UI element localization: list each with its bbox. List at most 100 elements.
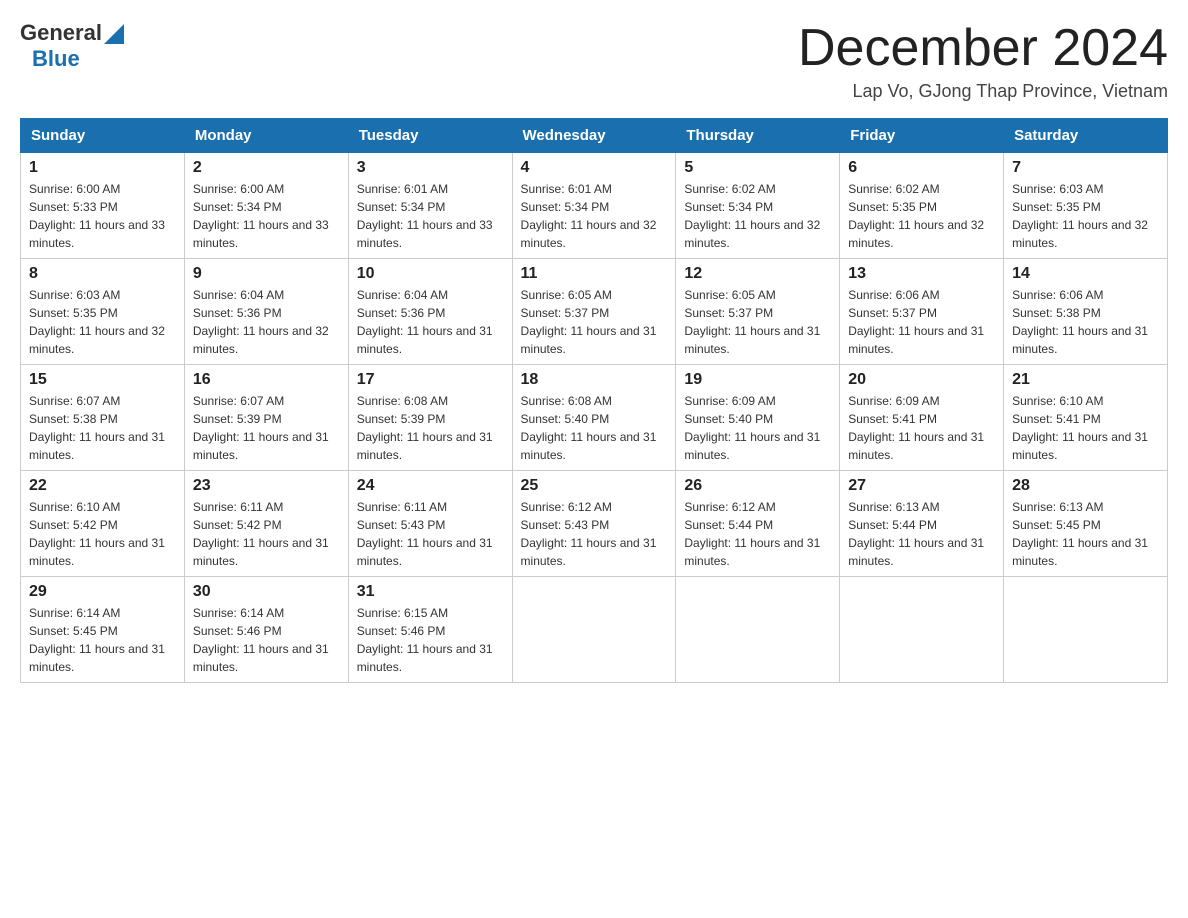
- day-info: Sunrise: 6:10 AM Sunset: 5:41 PM Dayligh…: [1012, 392, 1159, 464]
- header-wednesday: Wednesday: [512, 119, 676, 153]
- day-number: 17: [357, 371, 504, 389]
- calendar-cell: 4 Sunrise: 6:01 AM Sunset: 5:34 PM Dayli…: [512, 153, 676, 259]
- calendar-cell: 8 Sunrise: 6:03 AM Sunset: 5:35 PM Dayli…: [21, 259, 185, 365]
- day-number: 25: [521, 477, 668, 495]
- calendar-cell: 2 Sunrise: 6:00 AM Sunset: 5:34 PM Dayli…: [184, 153, 348, 259]
- calendar-cell: 5 Sunrise: 6:02 AM Sunset: 5:34 PM Dayli…: [676, 153, 840, 259]
- month-title: December 2024: [798, 20, 1168, 77]
- day-number: 21: [1012, 371, 1159, 389]
- header-thursday: Thursday: [676, 119, 840, 153]
- day-info: Sunrise: 6:12 AM Sunset: 5:44 PM Dayligh…: [684, 498, 831, 570]
- day-info: Sunrise: 6:14 AM Sunset: 5:46 PM Dayligh…: [193, 604, 340, 676]
- day-number: 15: [29, 371, 176, 389]
- calendar-cell: [1004, 577, 1168, 683]
- header-friday: Friday: [840, 119, 1004, 153]
- day-info: Sunrise: 6:07 AM Sunset: 5:38 PM Dayligh…: [29, 392, 176, 464]
- day-info: Sunrise: 6:01 AM Sunset: 5:34 PM Dayligh…: [521, 180, 668, 252]
- location-subtitle: Lap Vo, GJong Thap Province, Vietnam: [798, 81, 1168, 102]
- day-info: Sunrise: 6:05 AM Sunset: 5:37 PM Dayligh…: [684, 286, 831, 358]
- calendar-cell: 23 Sunrise: 6:11 AM Sunset: 5:42 PM Dayl…: [184, 471, 348, 577]
- header-sunday: Sunday: [21, 119, 185, 153]
- day-info: Sunrise: 6:09 AM Sunset: 5:41 PM Dayligh…: [848, 392, 995, 464]
- calendar-cell: 24 Sunrise: 6:11 AM Sunset: 5:43 PM Dayl…: [348, 471, 512, 577]
- logo: General Blue: [20, 20, 124, 72]
- calendar-cell: 20 Sunrise: 6:09 AM Sunset: 5:41 PM Dayl…: [840, 365, 1004, 471]
- day-number: 16: [193, 371, 340, 389]
- day-number: 31: [357, 583, 504, 601]
- page-header: General Blue December 2024 Lap Vo, GJong…: [20, 20, 1168, 102]
- calendar-cell: 19 Sunrise: 6:09 AM Sunset: 5:40 PM Dayl…: [676, 365, 840, 471]
- calendar-header-row: SundayMondayTuesdayWednesdayThursdayFrid…: [21, 119, 1168, 153]
- calendar-cell: 28 Sunrise: 6:13 AM Sunset: 5:45 PM Dayl…: [1004, 471, 1168, 577]
- header-right: December 2024 Lap Vo, GJong Thap Provinc…: [798, 20, 1168, 102]
- day-number: 11: [521, 265, 668, 283]
- week-row-1: 1 Sunrise: 6:00 AM Sunset: 5:33 PM Dayli…: [21, 153, 1168, 259]
- day-info: Sunrise: 6:10 AM Sunset: 5:42 PM Dayligh…: [29, 498, 176, 570]
- calendar-cell: 22 Sunrise: 6:10 AM Sunset: 5:42 PM Dayl…: [21, 471, 185, 577]
- calendar-cell: 11 Sunrise: 6:05 AM Sunset: 5:37 PM Dayl…: [512, 259, 676, 365]
- day-number: 13: [848, 265, 995, 283]
- day-number: 1: [29, 159, 176, 177]
- day-number: 30: [193, 583, 340, 601]
- day-info: Sunrise: 6:06 AM Sunset: 5:38 PM Dayligh…: [1012, 286, 1159, 358]
- day-number: 6: [848, 159, 995, 177]
- day-info: Sunrise: 6:00 AM Sunset: 5:34 PM Dayligh…: [193, 180, 340, 252]
- day-number: 22: [29, 477, 176, 495]
- day-info: Sunrise: 6:09 AM Sunset: 5:40 PM Dayligh…: [684, 392, 831, 464]
- day-number: 3: [357, 159, 504, 177]
- day-number: 24: [357, 477, 504, 495]
- header-tuesday: Tuesday: [348, 119, 512, 153]
- calendar-cell: 16 Sunrise: 6:07 AM Sunset: 5:39 PM Dayl…: [184, 365, 348, 471]
- day-info: Sunrise: 6:01 AM Sunset: 5:34 PM Dayligh…: [357, 180, 504, 252]
- calendar-cell: 10 Sunrise: 6:04 AM Sunset: 5:36 PM Dayl…: [348, 259, 512, 365]
- day-number: 29: [29, 583, 176, 601]
- calendar-cell: 13 Sunrise: 6:06 AM Sunset: 5:37 PM Dayl…: [840, 259, 1004, 365]
- calendar-cell: 21 Sunrise: 6:10 AM Sunset: 5:41 PM Dayl…: [1004, 365, 1168, 471]
- calendar-cell: 9 Sunrise: 6:04 AM Sunset: 5:36 PM Dayli…: [184, 259, 348, 365]
- day-number: 19: [684, 371, 831, 389]
- day-number: 8: [29, 265, 176, 283]
- calendar-cell: 1 Sunrise: 6:00 AM Sunset: 5:33 PM Dayli…: [21, 153, 185, 259]
- day-info: Sunrise: 6:03 AM Sunset: 5:35 PM Dayligh…: [1012, 180, 1159, 252]
- week-row-4: 22 Sunrise: 6:10 AM Sunset: 5:42 PM Dayl…: [21, 471, 1168, 577]
- calendar-cell: 17 Sunrise: 6:08 AM Sunset: 5:39 PM Dayl…: [348, 365, 512, 471]
- calendar-cell: 14 Sunrise: 6:06 AM Sunset: 5:38 PM Dayl…: [1004, 259, 1168, 365]
- calendar-cell: 3 Sunrise: 6:01 AM Sunset: 5:34 PM Dayli…: [348, 153, 512, 259]
- calendar-table: SundayMondayTuesdayWednesdayThursdayFrid…: [20, 118, 1168, 683]
- day-info: Sunrise: 6:12 AM Sunset: 5:43 PM Dayligh…: [521, 498, 668, 570]
- calendar-cell: 27 Sunrise: 6:13 AM Sunset: 5:44 PM Dayl…: [840, 471, 1004, 577]
- week-row-3: 15 Sunrise: 6:07 AM Sunset: 5:38 PM Dayl…: [21, 365, 1168, 471]
- day-info: Sunrise: 6:11 AM Sunset: 5:42 PM Dayligh…: [193, 498, 340, 570]
- logo-blue-text: Blue: [32, 46, 80, 72]
- header-monday: Monday: [184, 119, 348, 153]
- day-info: Sunrise: 6:08 AM Sunset: 5:39 PM Dayligh…: [357, 392, 504, 464]
- day-info: Sunrise: 6:00 AM Sunset: 5:33 PM Dayligh…: [29, 180, 176, 252]
- day-number: 7: [1012, 159, 1159, 177]
- day-info: Sunrise: 6:03 AM Sunset: 5:35 PM Dayligh…: [29, 286, 176, 358]
- day-number: 2: [193, 159, 340, 177]
- day-info: Sunrise: 6:08 AM Sunset: 5:40 PM Dayligh…: [521, 392, 668, 464]
- calendar-cell: 15 Sunrise: 6:07 AM Sunset: 5:38 PM Dayl…: [21, 365, 185, 471]
- day-number: 14: [1012, 265, 1159, 283]
- day-info: Sunrise: 6:05 AM Sunset: 5:37 PM Dayligh…: [521, 286, 668, 358]
- day-number: 5: [684, 159, 831, 177]
- day-info: Sunrise: 6:13 AM Sunset: 5:45 PM Dayligh…: [1012, 498, 1159, 570]
- calendar-cell: 12 Sunrise: 6:05 AM Sunset: 5:37 PM Dayl…: [676, 259, 840, 365]
- calendar-cell: 7 Sunrise: 6:03 AM Sunset: 5:35 PM Dayli…: [1004, 153, 1168, 259]
- header-saturday: Saturday: [1004, 119, 1168, 153]
- day-number: 20: [848, 371, 995, 389]
- day-number: 4: [521, 159, 668, 177]
- calendar-cell: 31 Sunrise: 6:15 AM Sunset: 5:46 PM Dayl…: [348, 577, 512, 683]
- day-number: 26: [684, 477, 831, 495]
- calendar-cell: 18 Sunrise: 6:08 AM Sunset: 5:40 PM Dayl…: [512, 365, 676, 471]
- calendar-cell: 25 Sunrise: 6:12 AM Sunset: 5:43 PM Dayl…: [512, 471, 676, 577]
- calendar-cell: [840, 577, 1004, 683]
- day-number: 18: [521, 371, 668, 389]
- calendar-cell: 26 Sunrise: 6:12 AM Sunset: 5:44 PM Dayl…: [676, 471, 840, 577]
- calendar-cell: 30 Sunrise: 6:14 AM Sunset: 5:46 PM Dayl…: [184, 577, 348, 683]
- calendar-cell: [512, 577, 676, 683]
- calendar-cell: [676, 577, 840, 683]
- week-row-5: 29 Sunrise: 6:14 AM Sunset: 5:45 PM Dayl…: [21, 577, 1168, 683]
- day-info: Sunrise: 6:04 AM Sunset: 5:36 PM Dayligh…: [193, 286, 340, 358]
- logo-triangle-icon: [104, 24, 124, 44]
